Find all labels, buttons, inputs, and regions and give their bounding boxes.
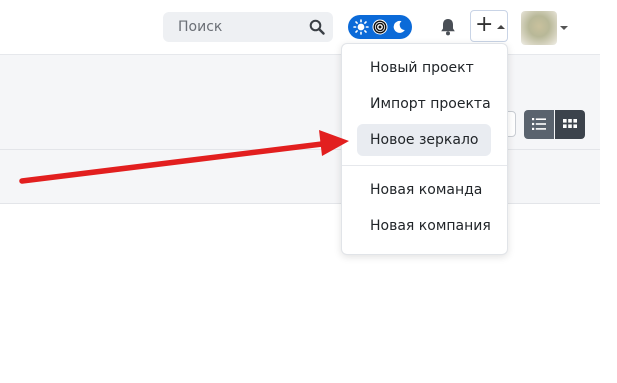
grid-view-button[interactable] [555, 110, 585, 139]
search-icon[interactable] [309, 19, 325, 35]
menu-divider [342, 165, 507, 166]
create-dropdown-menu: Новый проект Импорт проекта Новое зеркал… [341, 43, 508, 255]
create-new-button[interactable]: + [470, 10, 508, 42]
search-box [163, 12, 333, 42]
theme-toggle[interactable] [348, 15, 412, 39]
avatar[interactable] [521, 11, 557, 45]
plus-icon: + [475, 12, 494, 37]
caret-down-icon[interactable] [560, 26, 568, 30]
menu-item-new-mirror[interactable]: Новое зеркало [357, 124, 491, 156]
menu-item-new-project[interactable]: Новый проект [357, 52, 491, 84]
bell-icon[interactable] [439, 17, 457, 37]
toolbar-divider [0, 149, 600, 150]
moon-icon[interactable] [391, 19, 407, 35]
menu-item-new-company[interactable]: Новая компания [357, 210, 491, 242]
list-view-button[interactable] [524, 110, 554, 139]
sun-icon[interactable] [353, 19, 369, 35]
caret-up-icon [497, 25, 505, 29]
view-mode-toggle [524, 110, 585, 139]
search-input[interactable] [163, 12, 318, 42]
menu-item-new-team[interactable]: Новая команда [357, 174, 491, 206]
auto-icon[interactable] [372, 19, 388, 35]
toolbar-bottom-border [0, 203, 600, 204]
menu-item-import-project[interactable]: Импорт проекта [357, 88, 491, 120]
